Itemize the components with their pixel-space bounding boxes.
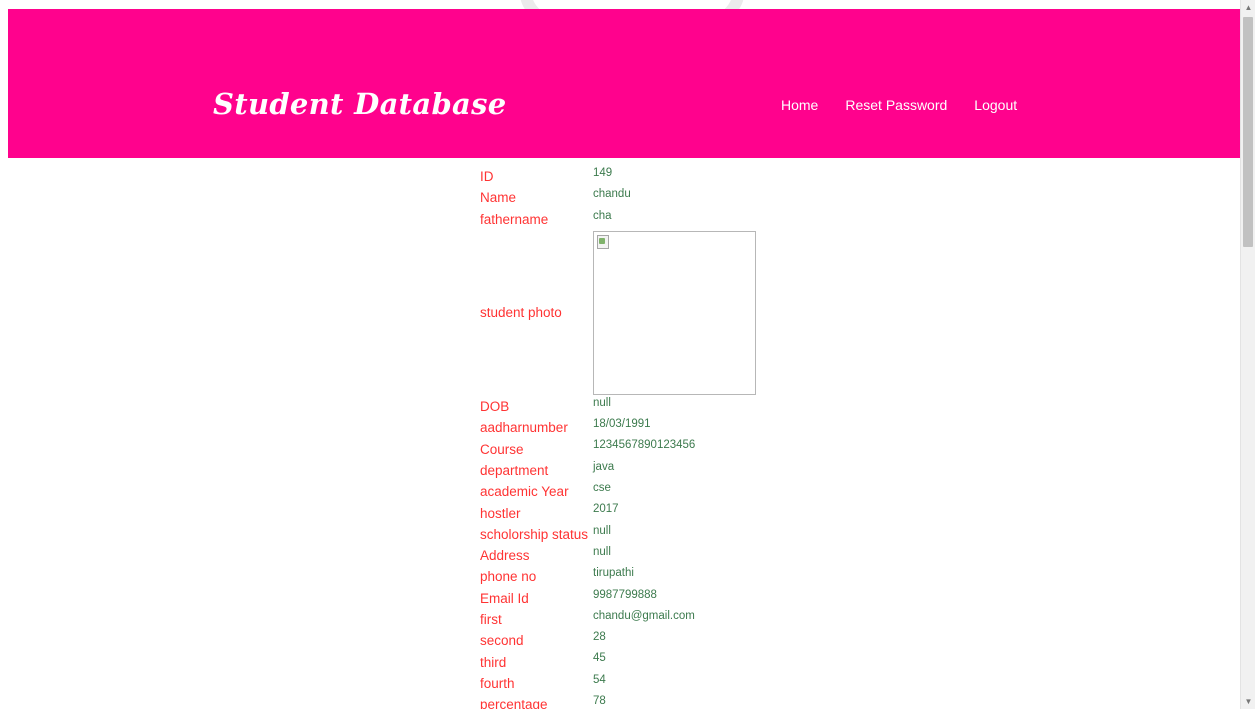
detail-value: cha (593, 209, 612, 222)
detail-label: percentage (480, 697, 548, 709)
detail-label: phone no (480, 569, 537, 585)
detail-label: first (480, 612, 502, 627)
detail-value: 18/03/1991 (593, 418, 651, 431)
detail-label: academic Year (480, 484, 569, 500)
detail-value: tirupathi (593, 567, 634, 580)
site-header: Student Database Home Reset Password Log… (8, 9, 1240, 158)
photo-cell (593, 230, 756, 396)
detail-label: department (480, 462, 549, 478)
detail-row-aadharnumber: aadharnumber 18/03/1991 (480, 417, 756, 438)
detail-label: Name (480, 190, 517, 206)
detail-label: aadharnumber (480, 420, 568, 436)
detail-value: 149 (593, 167, 613, 179)
detail-value: null (593, 545, 611, 558)
student-photo (593, 230, 756, 395)
detail-row-scholorship-status: scholorship status null (480, 524, 756, 545)
nav-reset-password-link[interactable]: Reset Password (837, 97, 955, 113)
detail-label: DOB (480, 399, 510, 415)
detail-label: fathername (480, 211, 549, 227)
detail-value: null (593, 396, 611, 409)
detail-row-first: first chandu@gmail.com (480, 609, 756, 630)
detail-row-photo: student photo (480, 230, 756, 396)
detail-value: 2017 (593, 503, 619, 516)
detail-row-fourth: fourth 54 (480, 673, 756, 694)
detail-row-id: ID 149 (480, 166, 756, 187)
detail-value: java (593, 460, 615, 473)
detail-label: Address (480, 548, 530, 564)
detail-row-name: Name chandu (480, 187, 756, 208)
detail-row-phone-no: phone no tirupathi (480, 566, 756, 587)
brand-title: Student Database (213, 87, 507, 121)
detail-value: 45 (593, 652, 606, 665)
detail-value: 78 (593, 695, 606, 708)
detail-row-second: second 28 (480, 630, 756, 651)
student-details-table: ID 149 Name chandu fathername cha studen… (480, 166, 756, 709)
detail-value: 9987799888 (593, 588, 657, 601)
detail-row-academic-year: academic Year cse (480, 481, 756, 502)
detail-value: 28 (593, 631, 606, 644)
detail-label: scholorship status (480, 526, 589, 542)
detail-label: Email Id (480, 590, 529, 606)
detail-label: Course (480, 441, 524, 457)
detail-label: student photo (480, 305, 562, 321)
detail-value: chandu@gmail.com (593, 609, 695, 622)
detail-label: second (480, 633, 524, 649)
vertical-scrollbar[interactable]: ▲ ▼ (1240, 0, 1255, 709)
detail-value: chandu (593, 188, 631, 201)
detail-value: cse (593, 482, 611, 495)
detail-label: hostler (480, 505, 521, 521)
detail-row-percentage: percentage 78 (480, 694, 756, 709)
detail-row-fathername: fathername cha (480, 209, 756, 230)
nav-logout-link[interactable]: Logout (966, 97, 1025, 113)
detail-row-address: Address null (480, 545, 756, 566)
detail-row-course: Course 1234567890123456 (480, 438, 756, 459)
detail-label: ID (480, 169, 494, 185)
main-nav: Home Reset Password Logout (773, 97, 1036, 113)
detail-value: 54 (593, 673, 606, 686)
detail-row-hostler: hostler 2017 (480, 502, 756, 523)
detail-label: fourth (480, 675, 515, 691)
detail-row-email-id: Email Id 9987799888 (480, 588, 756, 609)
chevron-down-icon[interactable]: ▼ (1241, 694, 1255, 709)
detail-row-dob: DOB null (480, 396, 756, 417)
detail-row-third: third 45 (480, 651, 756, 672)
scrollbar-thumb[interactable] (1243, 17, 1253, 247)
nav-home-link[interactable]: Home (773, 97, 826, 113)
broken-image-icon (597, 234, 609, 249)
detail-value: null (593, 524, 611, 537)
detail-value: 1234567890123456 (593, 439, 696, 452)
chevron-up-icon[interactable]: ▲ (1241, 0, 1255, 15)
page: Student Database Home Reset Password Log… (0, 0, 1255, 709)
detail-label: third (480, 654, 507, 670)
detail-row-department: department java (480, 460, 756, 481)
